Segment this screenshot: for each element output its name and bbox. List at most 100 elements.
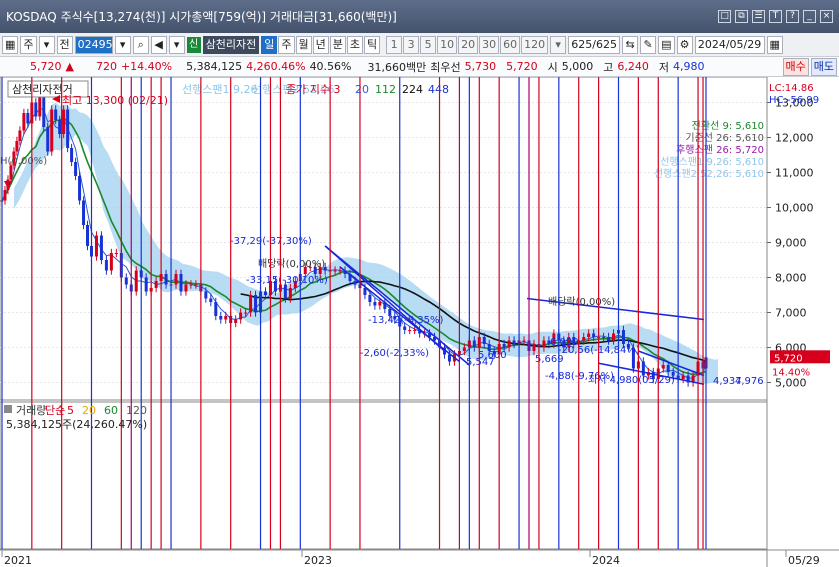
candle-body <box>408 330 412 331</box>
interval-tab-120[interactable]: 120 <box>521 35 549 54</box>
candle-body <box>54 109 58 120</box>
stock-name[interactable]: 삼천리자전 <box>202 35 260 54</box>
candle-body <box>94 235 98 257</box>
candle-body <box>542 340 546 348</box>
copy-icon[interactable]: ⧉ <box>735 10 748 23</box>
dropdown-icon[interactable]: ▾ <box>38 35 55 54</box>
candle-body <box>82 200 86 225</box>
toolbar: ▦ 주 ▾ 전 024950 ▾ ⌕ ◀ ▾ 신 삼천리자전 일주월년분초틱 1… <box>0 33 839 57</box>
interval-tab-30[interactable]: 30 <box>479 35 500 54</box>
candle-body <box>18 130 22 141</box>
candle-body <box>512 340 516 344</box>
interval-tab-60[interactable]: 60 <box>500 35 521 54</box>
price-change: 720 <box>95 60 117 73</box>
stock-chart[interactable]: 5,0006,0007,0008,0009,00010,00011,00012,… <box>0 77 839 567</box>
volume-legend-1: 단순 <box>45 404 65 417</box>
count-input[interactable]: 625/625 <box>568 35 621 54</box>
price-change-pct: +14.40% <box>120 60 173 73</box>
prev-button[interactable]: 전 <box>56 35 73 54</box>
candle-body <box>403 326 407 330</box>
minimize-icon[interactable]: _ <box>803 10 816 23</box>
candle-body <box>587 333 591 337</box>
buy-button[interactable]: 매수 <box>782 57 809 76</box>
period-tab-0[interactable]: 일 <box>261 35 278 54</box>
stock-code-input[interactable]: 024950 <box>74 35 120 54</box>
legend-span1: 선행스팬1 9,26 <box>182 83 257 96</box>
period-tabs: 일주월년분초틱 <box>261 35 381 54</box>
period-tab-5[interactable]: 초 <box>346 35 364 54</box>
candle-body <box>363 288 367 295</box>
open-price: 5,000 <box>561 60 594 73</box>
date-input[interactable]: 2024/05/29 <box>694 35 765 54</box>
ichimoku-legend-3: 선행스팬1 9,26: 5,610 <box>660 156 764 168</box>
turnover-value: 40.56% <box>309 60 352 73</box>
candle-body <box>9 165 13 180</box>
y-tick-label: 5,000 <box>775 377 807 390</box>
interval-tab-3[interactable]: 3 <box>403 35 420 54</box>
arrows-icon[interactable]: ⇆ <box>622 35 639 54</box>
y-tick-label: 10,000 <box>775 202 814 215</box>
calendar-icon[interactable]: ▦ <box>766 35 783 54</box>
candle-body <box>154 281 158 288</box>
chart-type-icon[interactable]: ▦ <box>2 35 19 54</box>
x-label-1: 2023 <box>304 554 332 567</box>
interval-tab-10[interactable]: 10 <box>437 35 458 54</box>
interval-tab-1[interactable]: 1 <box>386 35 403 54</box>
y-tick-label: 7,000 <box>775 307 807 320</box>
period-tab-4[interactable]: 분 <box>329 35 346 54</box>
candle-body <box>264 291 268 295</box>
search-icon[interactable]: ⌕ <box>132 35 149 54</box>
low-price: 4,980 <box>673 60 705 73</box>
candle-body <box>224 316 228 320</box>
code-dropdown-icon[interactable]: ▾ <box>114 35 131 54</box>
close-icon[interactable]: × <box>820 10 833 23</box>
stock-name-badge[interactable]: 신 삼천리자전 <box>186 35 260 54</box>
speaker-icon[interactable]: ◀ <box>150 35 167 54</box>
candle-body <box>413 330 417 331</box>
settings-dropdown-icon[interactable]: ▾ <box>168 35 185 54</box>
trend-label-9: 6,099 <box>550 337 579 348</box>
period-tab-6[interactable]: 틱 <box>364 35 381 54</box>
candle-body <box>472 340 476 348</box>
candle-body <box>244 312 248 314</box>
interval-tab-5[interactable]: 5 <box>420 35 437 54</box>
trend-label-10: 배당락(0,00%) <box>548 296 615 308</box>
candle-body <box>50 109 54 152</box>
gear-icon[interactable]: ⚙ <box>676 35 693 54</box>
best-buy-price: 5,720 <box>506 60 538 73</box>
trend-label-14: 4,976 <box>735 376 764 387</box>
ichimoku-legend-2: 후행스팬 26: 5,720 <box>676 144 764 156</box>
candle-body <box>447 354 451 362</box>
candle-body <box>15 141 19 152</box>
interval-tab-20[interactable]: 20 <box>458 35 479 54</box>
interval-dropdown[interactable]: ▾ <box>550 35 567 54</box>
candle-body <box>373 302 377 306</box>
period-tab-3[interactable]: 년 <box>312 35 329 54</box>
layout-icon[interactable]: ▤ <box>658 35 675 54</box>
candle-body <box>254 295 258 313</box>
period-tab-1[interactable]: 주 <box>278 35 295 54</box>
draw-tool-icon[interactable]: ✎ <box>640 35 657 54</box>
restore-icon[interactable]: □ <box>718 10 731 23</box>
low-label: 저 <box>658 60 669 74</box>
text-icon[interactable]: T <box>769 10 782 23</box>
volume-legend-5: 120 <box>126 404 147 417</box>
candle-body <box>70 148 74 162</box>
period-tab-2[interactable]: 월 <box>295 35 312 54</box>
window-titlebar: KOSDAQ 주식수[13,274(천)] 시가총액[759(억)] 거래대금[… <box>0 0 839 33</box>
volume-value: 5,384,125 <box>186 60 243 73</box>
sell-button[interactable]: 매도 <box>810 57 837 76</box>
volume-legend-2: 5 <box>67 404 74 417</box>
volume-legend-icon <box>4 405 12 413</box>
x-label-2: 2024 <box>592 554 620 567</box>
candle-body <box>239 312 243 320</box>
candle-body <box>124 277 128 285</box>
candle-body <box>666 365 670 372</box>
market-select[interactable]: 주 <box>20 35 37 54</box>
help-icon[interactable]: ? <box>786 10 799 23</box>
menu-icon[interactable]: ☰ <box>752 10 765 23</box>
candle-body <box>353 281 357 285</box>
candle-body <box>234 319 238 323</box>
candle-body <box>502 344 506 348</box>
candle-body <box>62 109 66 134</box>
